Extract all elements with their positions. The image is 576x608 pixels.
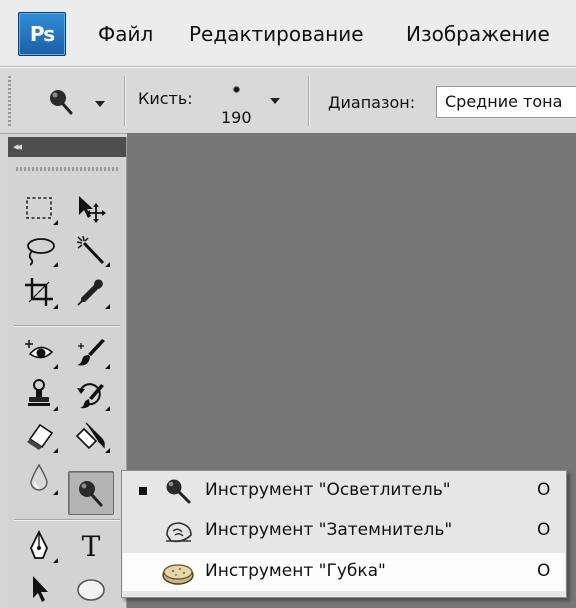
brush-size: 190 [221,108,252,127]
blur-tool[interactable] [18,459,60,497]
current-tool-marker [139,487,147,495]
flyout-item-sponge[interactable]: Инструмент "Губка" O [123,553,565,591]
marquee-tool[interactable] [18,189,60,227]
flyout-item-label: Инструмент "Губка" [205,561,386,581]
tool-flyout-menu: Инструмент "Осветлитель" O Инструмент "З… [121,470,567,598]
submenu-indicator [53,558,58,563]
submenu-indicator [53,448,58,453]
paint-bucket-icon [75,422,105,450]
spot-healing-tool[interactable] [18,333,60,371]
stamp-icon [28,379,50,406]
history-brush-icon [77,383,104,409]
options-bar-grip[interactable] [8,76,11,126]
eraser-tool[interactable] [18,417,60,455]
move-icon [79,196,106,223]
blur-drop-icon [30,463,48,491]
collapse-icon[interactable]: ◂◂ [13,137,22,157]
move-tool[interactable] [70,189,112,227]
brush-tool[interactable] [70,333,112,371]
crop-tool[interactable] [18,273,60,311]
eyedropper-tool[interactable] [70,273,112,311]
range-select[interactable]: Средние тона [436,86,576,118]
shortcut-key: O [537,520,551,540]
sponge-icon [162,564,194,585]
shape-tool[interactable] [70,569,112,607]
flyout-item-label: Инструмент "Затемнитель" [205,520,453,540]
lasso-icon [27,238,55,266]
eyedropper-icon [77,279,103,306]
menu-bar: Ps Файл Редактирование Изображение [0,0,576,67]
tool-preset-picker[interactable] [40,86,110,120]
path-selection-icon [33,576,48,602]
brush-preview[interactable] [233,86,240,93]
paint-bucket-tool[interactable] [70,417,112,455]
pen-icon [30,530,48,559]
marquee-icon [26,197,52,219]
submenu-indicator [53,262,58,267]
dodge-icon [166,479,191,504]
dodge-tool[interactable] [68,471,114,515]
healing-brush-icon [25,340,54,359]
burn-icon [166,522,192,543]
photoshop-logo[interactable]: Ps [18,12,66,56]
tools-panel: ◂◂ T [8,137,127,608]
eraser-icon [27,423,54,450]
shortcut-key: O [537,480,551,500]
shortcut-key: O [537,561,551,581]
menu-file[interactable]: Файл [98,22,153,46]
history-brush-tool[interactable] [70,375,112,413]
pen-tool[interactable] [18,527,60,565]
submenu-indicator [53,220,58,225]
magic-wand-icon [76,235,105,265]
flyout-item-label: Инструмент "Осветлитель" [205,480,451,500]
crop-icon [25,278,53,306]
submenu-indicator [53,490,58,495]
divider [14,325,120,327]
tools-panel-header[interactable]: ◂◂ [8,137,126,157]
chevron-down-icon [95,101,105,107]
brush-label: Кисть: [138,89,193,108]
submenu-indicator [53,406,58,411]
panel-grip[interactable] [16,167,118,171]
flyout-item-dodge[interactable]: Инструмент "Осветлитель" O [123,472,565,510]
range-label: Диапазон: [328,93,416,112]
submenu-indicator [105,364,110,369]
divider [14,519,120,521]
submenu-indicator [105,448,110,453]
ellipse-shape-icon [77,579,105,601]
lasso-tool[interactable] [18,231,60,269]
menu-image[interactable]: Изображение [406,22,550,46]
submenu-indicator [53,304,58,309]
divider [308,76,310,126]
submenu-indicator [105,304,110,309]
magic-wand-tool[interactable] [70,231,112,269]
submenu-indicator [105,406,110,411]
dodge-icon [79,481,103,507]
flyout-item-burn[interactable]: Инструмент "Затемнитель" O [123,512,565,550]
brush-picker-chevron-icon[interactable] [270,98,280,104]
divider [124,76,126,126]
brush-icon [77,339,105,366]
path-selection-tool[interactable] [18,569,60,607]
type-tool[interactable]: T [70,527,112,565]
clone-stamp-tool[interactable] [18,375,60,413]
submenu-indicator [105,262,110,267]
submenu-indicator [53,364,58,369]
menu-edit[interactable]: Редактирование [189,22,364,46]
